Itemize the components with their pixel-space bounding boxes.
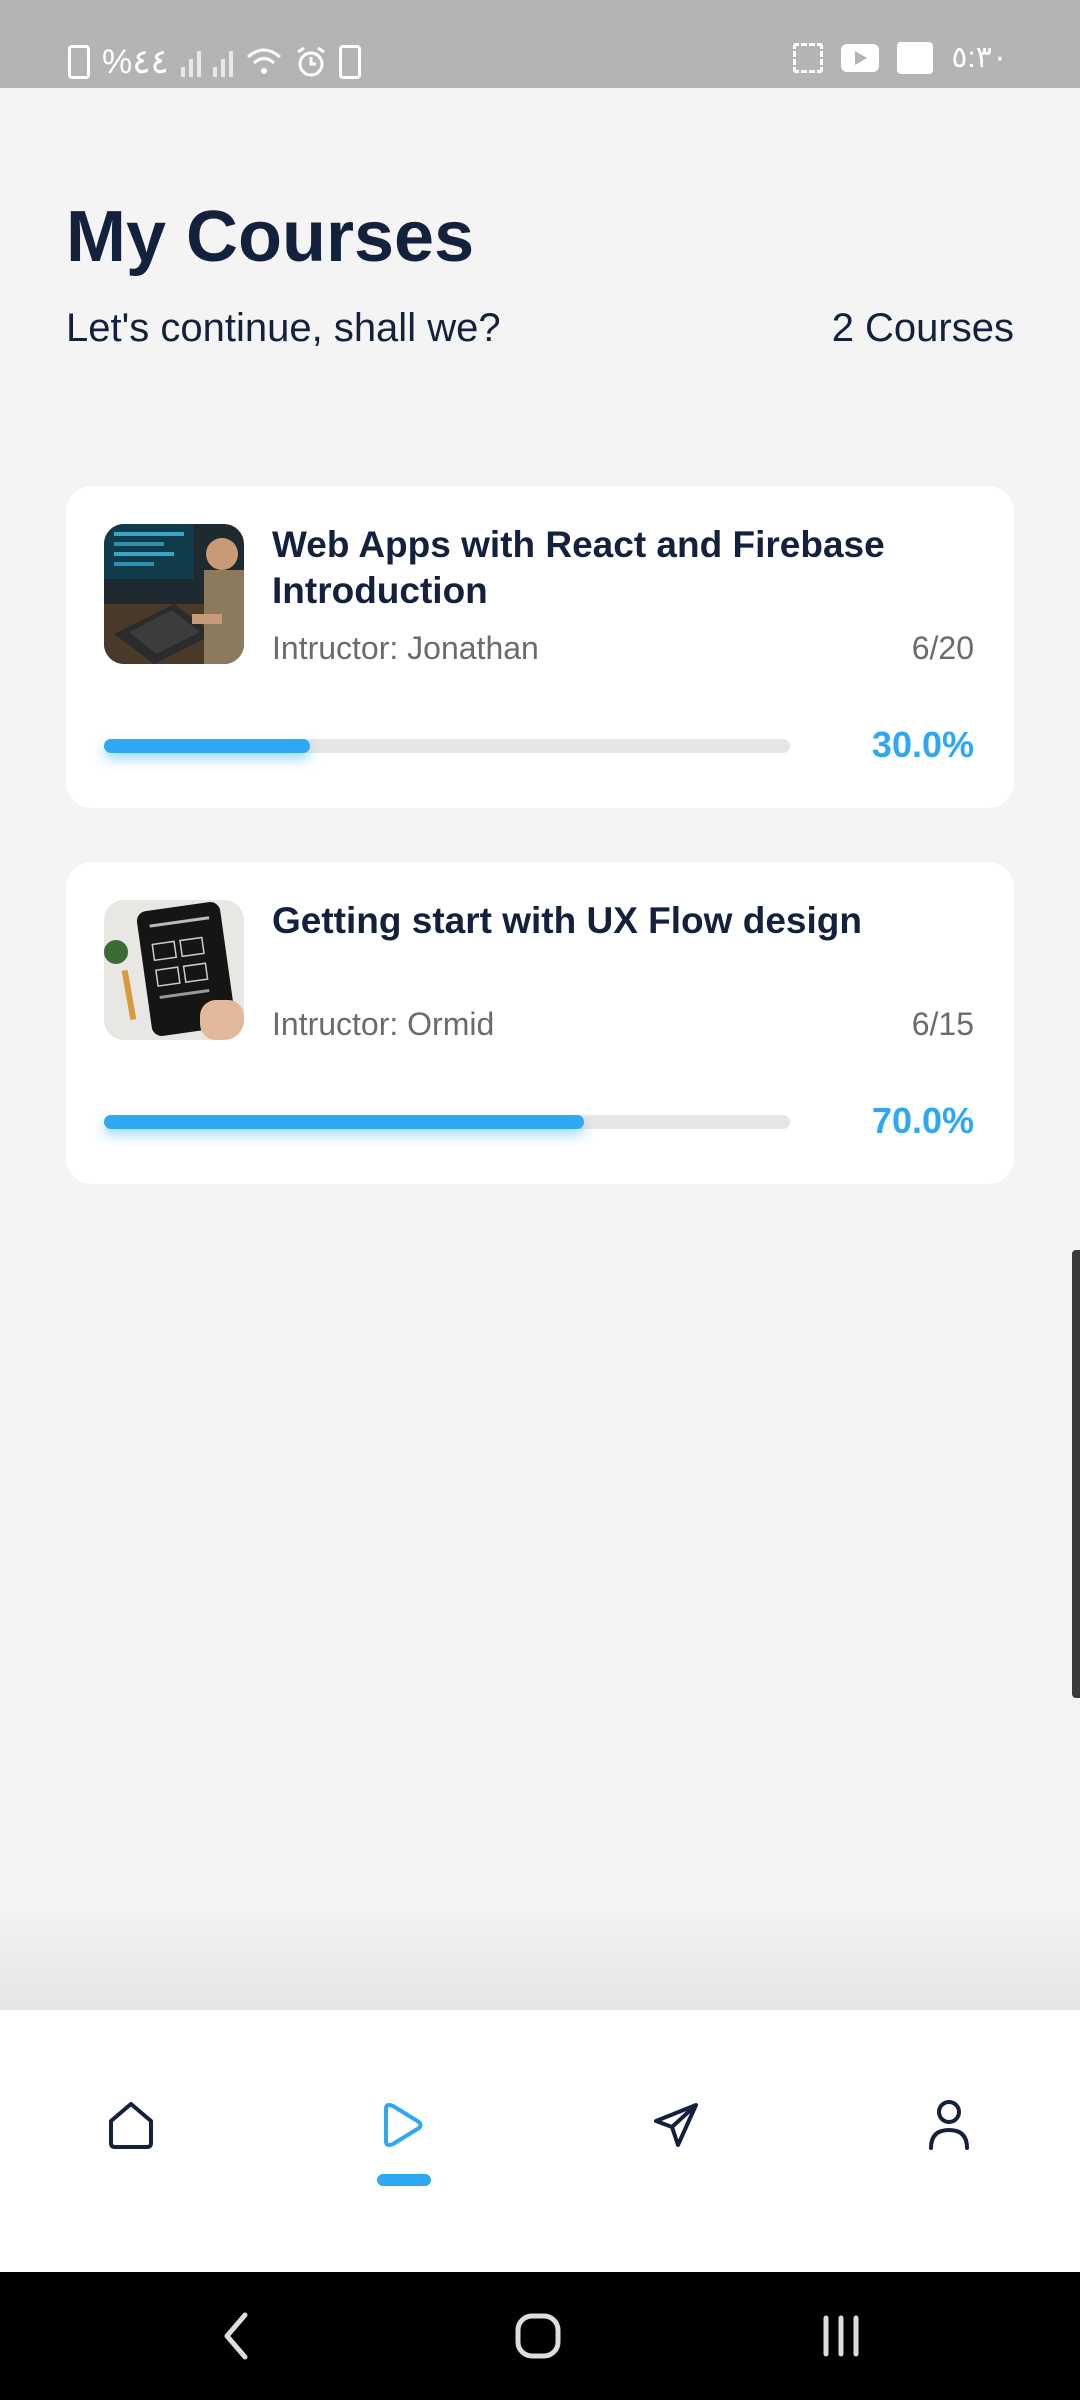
page-title: My Courses	[66, 197, 475, 277]
status-left: %٤٤	[68, 42, 361, 82]
screenshot-icon	[793, 42, 824, 73]
course-title: Getting start with UX Flow design	[272, 900, 862, 941]
nav-home[interactable]	[96, 2090, 166, 2160]
course-thumbnail	[104, 524, 244, 664]
progress-percentage: 30.0%	[871, 724, 974, 765]
bottom-nav	[0, 2010, 1080, 2272]
system-recents-button[interactable]	[811, 2306, 871, 2366]
course-lessons: 6/20	[911, 630, 974, 666]
home-circle-icon	[515, 2313, 561, 2359]
active-tab-indicator	[377, 2174, 431, 2186]
status-right: ٥:٣٠	[793, 40, 1008, 75]
nav-courses[interactable]	[368, 2090, 438, 2160]
status-bar: %٤٤ ٥:٣٠	[0, 0, 1080, 88]
battery-percentage: %٤٤	[102, 43, 169, 81]
battery-icon	[68, 45, 90, 79]
course-instructor: Intructor: Ormid	[272, 1006, 495, 1042]
nav-explore[interactable]	[641, 2090, 711, 2160]
progress-bar	[104, 1115, 790, 1129]
clock: ٥:٣٠	[951, 41, 1008, 74]
home-icon	[109, 2102, 153, 2149]
course-thumbnail	[104, 900, 244, 1040]
battery-saver-icon	[338, 45, 361, 79]
shopping-bag-icon	[897, 41, 934, 74]
system-home-button[interactable]	[508, 2306, 568, 2366]
progress-percentage: 70.0%	[871, 1100, 974, 1141]
system-nav-bar	[0, 2272, 1080, 2400]
recents-icon	[823, 2315, 859, 2357]
play-icon	[384, 2103, 423, 2147]
nav-shadow	[0, 1900, 1080, 2010]
system-back-button[interactable]	[206, 2306, 266, 2366]
youtube-icon	[841, 43, 880, 72]
course-count: 2 Courses	[831, 306, 1014, 350]
rocket-icon	[654, 2103, 698, 2147]
profile-icon	[929, 2100, 969, 2150]
course-lessons: 6/15	[911, 1006, 974, 1042]
signal-icon-2	[212, 47, 233, 77]
wifi-icon	[246, 48, 281, 74]
progress-fill	[104, 1115, 585, 1129]
page-subtitle: Let's continue, shall we?	[66, 306, 501, 350]
course-instructor: Intructor: Jonathan	[272, 630, 539, 666]
course-card[interactable]: Getting start with UX Flow design Intruc…	[66, 862, 1014, 1184]
alarm-icon	[296, 46, 325, 77]
signal-icon	[180, 47, 201, 77]
course-title: Web Apps with React and Firebase Introdu…	[272, 524, 885, 611]
progress-bar	[104, 739, 790, 753]
edge-panel-handle[interactable]	[1072, 1250, 1080, 1698]
back-icon	[224, 2312, 248, 2360]
progress-fill	[104, 739, 310, 753]
nav-profile[interactable]	[914, 2090, 984, 2160]
course-card[interactable]: Web Apps with React and Firebase Introdu…	[66, 486, 1014, 808]
